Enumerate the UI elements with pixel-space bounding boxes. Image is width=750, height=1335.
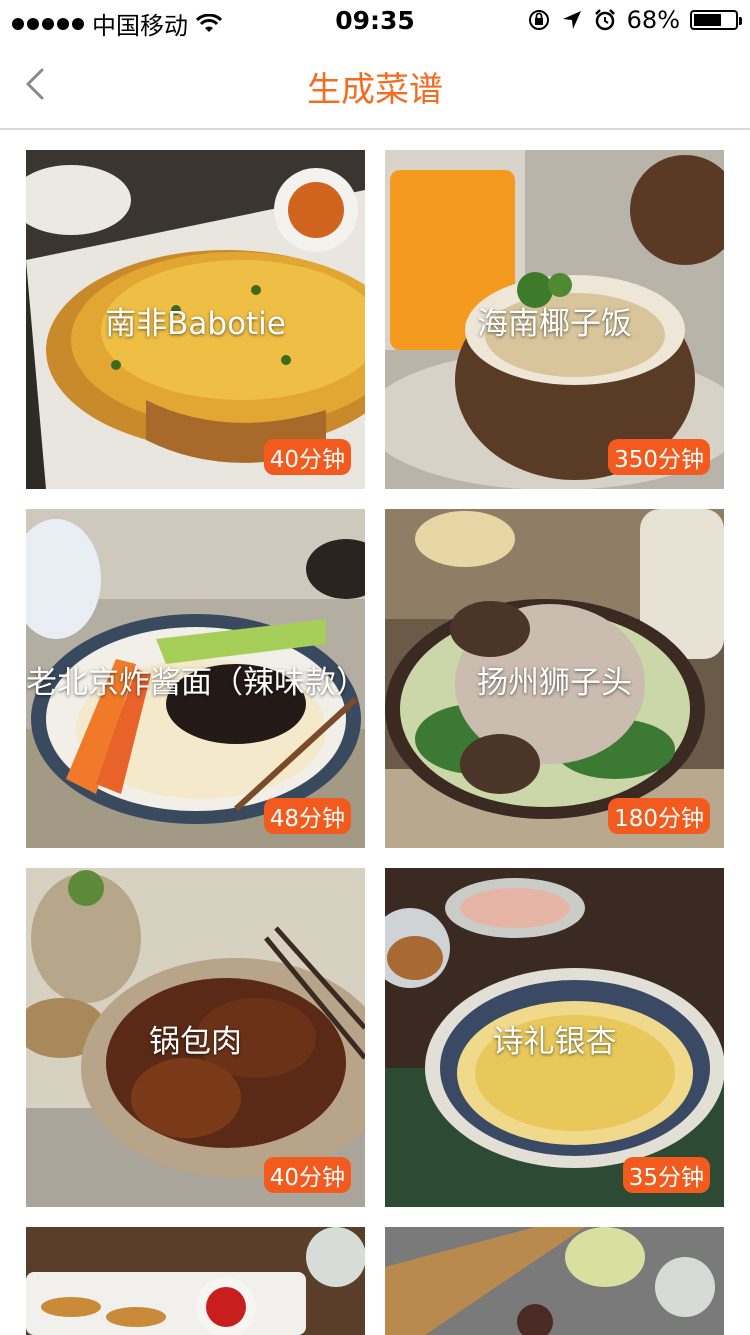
location-arrow-icon xyxy=(562,11,581,29)
orientation-lock-icon xyxy=(528,10,549,30)
recipe-photo xyxy=(26,1227,365,1335)
recipe-card[interactable]: 海南椰子饭 350分钟 xyxy=(385,150,724,489)
recipe-card[interactable] xyxy=(26,1227,365,1335)
wifi-icon xyxy=(196,13,222,32)
recipe-name: 南非Babotie xyxy=(105,306,286,342)
recipe-card[interactable]: 锅包肉 40分钟 xyxy=(26,868,365,1207)
recipe-card[interactable]: 扬州狮子头 180分钟 xyxy=(385,509,724,848)
cook-time-badge: 40分钟 xyxy=(263,1157,351,1193)
alarm-icon xyxy=(594,9,615,31)
cook-time-badge: 350分钟 xyxy=(608,439,710,475)
recipe-name: 锅包肉 xyxy=(149,1024,242,1060)
cook-time-badge: 48分钟 xyxy=(263,798,351,834)
recipe-name: 老北京炸酱面（辣味款） xyxy=(26,665,365,701)
page-title: 生成菜谱 xyxy=(307,70,443,110)
navigation-bar: 生成菜谱 xyxy=(0,40,750,130)
cook-time-badge: 35分钟 xyxy=(622,1157,710,1193)
signal-strength-icon xyxy=(12,17,84,30)
status-bar: 中国移动 09:35 68% xyxy=(0,0,750,40)
recipe-card[interactable] xyxy=(385,1227,724,1335)
battery-percent: 68% xyxy=(626,6,680,34)
cook-time-badge: 40分钟 xyxy=(263,439,351,475)
recipe-name: 海南椰子饭 xyxy=(477,306,632,342)
cook-time-badge: 180分钟 xyxy=(608,798,710,834)
recipe-name: 扬州狮子头 xyxy=(477,665,632,701)
recipe-card[interactable]: 南非Babotie 40分钟 xyxy=(26,150,365,489)
recipe-card[interactable]: 诗礼银杏 35分钟 xyxy=(385,868,724,1207)
battery-icon xyxy=(690,10,742,30)
recipe-name: 诗礼银杏 xyxy=(492,1024,617,1060)
carrier-label: 中国移动 xyxy=(92,12,188,40)
recipe-photo xyxy=(385,1227,724,1335)
recipe-card[interactable]: 老北京炸酱面（辣味款） 48分钟 xyxy=(26,509,365,848)
back-button[interactable] xyxy=(14,60,58,108)
